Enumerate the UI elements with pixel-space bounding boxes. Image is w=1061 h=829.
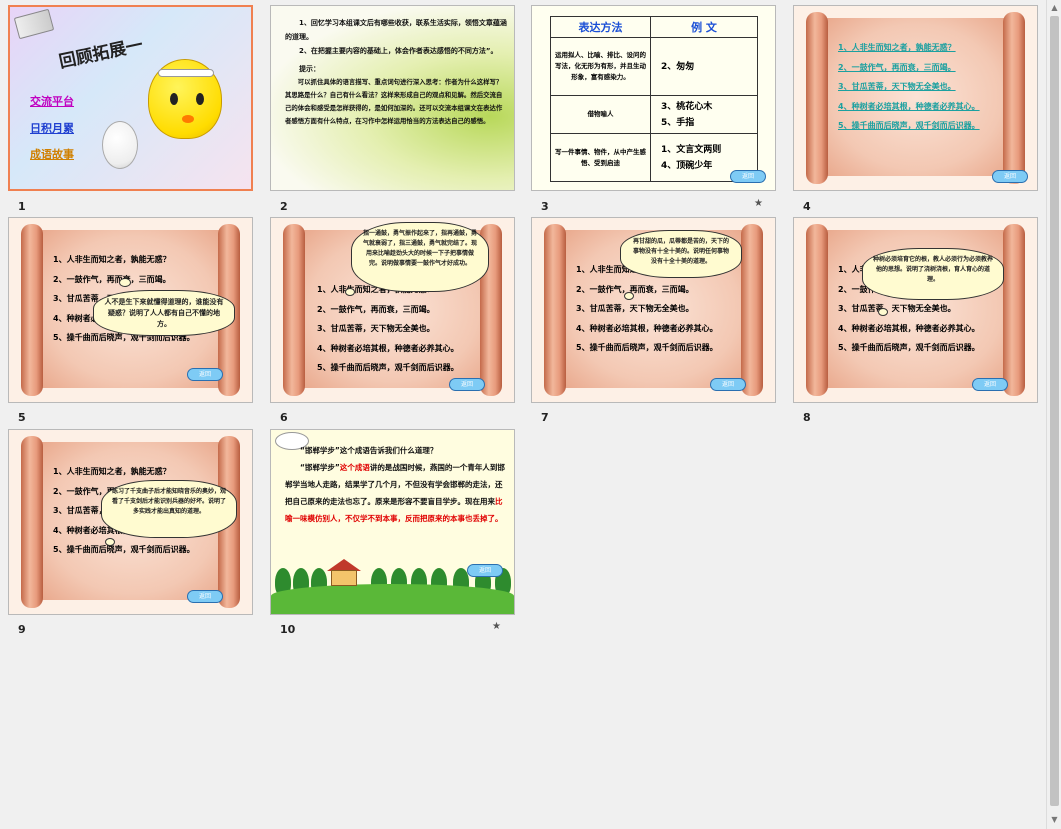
return-button[interactable]: 返回: [449, 378, 485, 391]
slide-number: 6: [280, 411, 288, 424]
proverb-line: 5、操千曲而后晓声，观千剑而后识器。: [576, 343, 718, 352]
slide-number: 3: [541, 200, 549, 213]
proverb-line: 4、种树者必培其根，种德者必养其心。: [838, 323, 980, 333]
proverb-line: 3、甘瓜苦蒂，天下物无全美也。: [576, 304, 694, 313]
hint-text: 可以抓住具体的语言描写、重点词句进行深入思考：作者为什么这样写？其思路是什么？自…: [285, 78, 503, 125]
slide-number: 7: [541, 411, 549, 424]
scroll-up-icon[interactable]: ▲: [1049, 1, 1060, 15]
slide-number: 9: [18, 623, 26, 636]
table-cell-method: 运用拟人、比喻、排比、设问的写法，化无形为有形，并且生动形象，富有感染力。: [550, 37, 651, 96]
transition-star-icon: ★: [754, 198, 763, 209]
proverb-link[interactable]: 5、操千曲而后晓声，观千剑而后识器。: [838, 120, 998, 140]
proverb-list: 1、人非生而知之者，孰能无惑？ 2、一鼓作气，再而衰，三而竭。 3、甘瓜苦蒂，天…: [576, 264, 736, 362]
slide-sorter: 回顾拓展一 交流平台 日积月累 成语故事 1 1、回忆学习本组课文后有哪些收获，…: [0, 0, 1046, 829]
table-cell-example: 2、匆匆: [650, 37, 758, 96]
proverb-link[interactable]: 2、一鼓作气，再而衰，三而竭。: [838, 62, 998, 82]
proverb-link[interactable]: 4、种树者必培其根，种德者必养其心。: [838, 101, 998, 121]
hint-label: 提示：: [299, 65, 320, 73]
example-title: 1、文言文两则: [661, 144, 722, 155]
slide-thumbnail-5[interactable]: 1、人非生而知之者，孰能无惑？ 2、一鼓作气，再而衰，三而竭。 3、甘瓜苦蒂，天…: [8, 217, 253, 403]
slide-number: 5: [18, 411, 26, 424]
table-header-example: 例 文: [650, 16, 758, 38]
return-button[interactable]: 返回: [972, 378, 1008, 391]
slide-number: 4: [803, 200, 811, 213]
paragraph: 1、回忆学习本组课文后有哪些收获，联系生活实际，领悟文章蕴涵的道理。: [285, 19, 507, 41]
menu-link-idiom-story[interactable]: 成语故事: [30, 146, 74, 162]
table-cell-example: 3、桃花心木 5、手指: [650, 95, 758, 134]
proverb-line: 3、甘瓜苦蒂，天下物无全美也。: [838, 304, 956, 313]
scroll-down-icon[interactable]: ▼: [1049, 813, 1060, 827]
paragraph: 2、在把握主要内容的基础上，体会作者表达感悟的不同方法”。: [299, 47, 498, 55]
slide-thumbnail-2[interactable]: 1、回忆学习本组课文后有哪些收获，联系生活实际，领悟文章蕴涵的道理。 2、在把握…: [270, 5, 515, 191]
slide-body-text: 1、回忆学习本组课文后有哪些收获，联系生活实际，领悟文章蕴涵的道理。 2、在把握…: [285, 16, 507, 128]
return-button[interactable]: 返回: [467, 564, 503, 577]
book-icon: [13, 8, 55, 40]
explanation-bubble: 种树必须培育它的根，教人必须行为必须教养他的思想。说明了浇树浇根，育人育心的道理…: [862, 248, 1004, 300]
table-cell-method: 写一件事情、物件，从中产生感悟、受到启迪: [550, 133, 651, 182]
return-button[interactable]: 返回: [992, 170, 1028, 183]
return-button[interactable]: 返回: [187, 368, 223, 381]
chick-eye: [170, 93, 178, 105]
return-button[interactable]: 返回: [187, 590, 223, 603]
proverb-list: 1、人非生而知之者，孰能无惑？ 2、一鼓作气，再而衰，三而竭。 3、甘瓜苦蒂，天…: [317, 284, 477, 382]
slide-number: 2: [280, 200, 288, 213]
proverb-line: 4、种树者必培其根，种德者必养其心。: [576, 323, 718, 333]
table-header-method: 表达方法: [550, 16, 651, 38]
proverb-link[interactable]: 1、人非生而知之者，孰能无惑？: [838, 42, 998, 62]
proverb-list: 1、人非生而知之者，孰能无惑？ 2、一鼓作气，再而衰，三而竭。 3、甘瓜苦蒂，天…: [838, 42, 998, 140]
slide-thumbnail-1[interactable]: 回顾拓展一 交流平台 日积月累 成语故事: [8, 5, 253, 191]
slide-thumbnail-3[interactable]: 表达方法 例 文 运用拟人、比喻、排比、设问的写法，化无形为有形，并且生动形象，…: [531, 5, 776, 191]
proverb-line: 5、操千曲而后晓声，观千剑而后识器。: [53, 545, 195, 554]
example-title: 3、桃花心木: [661, 101, 713, 112]
proverb-line: 5、操千曲而后晓声，观千剑而后识器。: [838, 343, 980, 352]
explanation-bubble: 练习了千支曲子后才能知晓音乐的奥妙，观看了千支剑后才能识别兵器的好坏。说明了多实…: [101, 480, 237, 538]
slide-thumbnail-4[interactable]: 1、人非生而知之者，孰能无惑？ 2、一鼓作气，再而衰，三而竭。 3、甘瓜苦蒂，天…: [793, 5, 1038, 191]
menu-link-accumulate[interactable]: 日积月累: [30, 120, 74, 136]
proverb-link[interactable]: 3、甘瓜苦蒂，天下物无全美也。: [838, 81, 998, 101]
slide-number: 1: [18, 200, 26, 213]
vertical-scrollbar[interactable]: ▲ ▼: [1046, 0, 1061, 829]
return-button[interactable]: 返回: [710, 378, 746, 391]
chick-eye: [196, 93, 204, 105]
return-button[interactable]: 返回: [730, 170, 766, 183]
question: “邯郸学步”这个成语告诉我们什么道理？: [300, 446, 438, 455]
slide-thumbnail-10[interactable]: “邯郸学步”这个成语告诉我们什么道理？ “邯郸学步”这个成语讲的是战国时候，燕国…: [270, 429, 515, 615]
slide-title: 回顾拓展一: [57, 35, 145, 73]
paragraph: “邯郸学步”这个成语讲的是战国时候，燕国的一个青年人到邯郸学当地人走路，结果学了…: [285, 459, 505, 527]
slide-thumbnail-8[interactable]: 1、人非生而知之者，孰能无惑？ 2、一鼓作气，再而衰，三而竭。 3、甘瓜苦蒂，天…: [793, 217, 1038, 403]
slide-number: 8: [803, 411, 811, 424]
egg-illustration: [102, 121, 138, 169]
proverb-line: 4、种树者必培其根，种德者必养其心。: [317, 343, 459, 353]
proverb-line: 1、人非生而知之者，孰能无惑？: [53, 255, 171, 264]
menu-link-exchange[interactable]: 交流平台: [30, 93, 74, 109]
example-title: 5、手指: [661, 117, 695, 128]
text-run: “邯郸学步”: [300, 463, 340, 472]
table-cell-method: 借物喻人: [550, 95, 651, 134]
example-title: 2、匆匆: [661, 61, 695, 72]
text-run-highlight: 这个成语: [339, 463, 370, 472]
grass-hill-illustration: [271, 584, 514, 614]
scroll-thumb[interactable]: [1050, 16, 1059, 806]
proverb-line: 3、甘瓜苦蒂，天下物无全美也。: [317, 324, 435, 333]
proverb-line: 2、一鼓作气，再而衰，三而竭。: [576, 284, 694, 294]
slide-number: 10: [280, 623, 296, 636]
slide-thumbnail-6[interactable]: 1、人非生而知之者，孰能无惑？ 2、一鼓作气，再而衰，三而竭。 3、甘瓜苦蒂，天…: [270, 217, 515, 403]
slide-thumbnail-7[interactable]: 1、人非生而知之者，孰能无惑？ 2、一鼓作气，再而衰，三而竭。 3、甘瓜苦蒂，天…: [531, 217, 776, 403]
slide-body-text: “邯郸学步”这个成语告诉我们什么道理？ “邯郸学步”这个成语讲的是战国时候，燕国…: [285, 442, 505, 527]
house-illustration: [331, 570, 357, 586]
proverb-line: 2、一鼓作气，再而衰，三而竭。: [317, 304, 435, 314]
slide-thumbnail-9[interactable]: 1、人非生而知之者，孰能无惑？ 2、一鼓作气，再而衰，三而竭。 3、甘瓜苦蒂，天…: [8, 429, 253, 615]
methods-table: 表达方法 例 文 运用拟人、比喻、排比、设问的写法，化无形为有形，并且生动形象，…: [550, 16, 758, 182]
chick-beak: [182, 115, 194, 123]
explanation-bubble: 人不是生下来就懂得道理的，谁能没有疑惑？说明了人人都有自己不懂的地方。: [93, 290, 235, 336]
transition-star-icon: ★: [492, 621, 501, 632]
explanation-bubble: 指一通鼓，勇气振作起来了，指再通鼓，勇气就衰弱了，指三通鼓，勇气就完结了。现用来…: [351, 222, 489, 292]
headband-illustration: [158, 69, 214, 77]
explanation-bubble: 再甘甜的瓜，瓜蒂都是苦的，天下的事物没有十全十美的。说明任何事物没有十全十美的道…: [620, 230, 742, 278]
